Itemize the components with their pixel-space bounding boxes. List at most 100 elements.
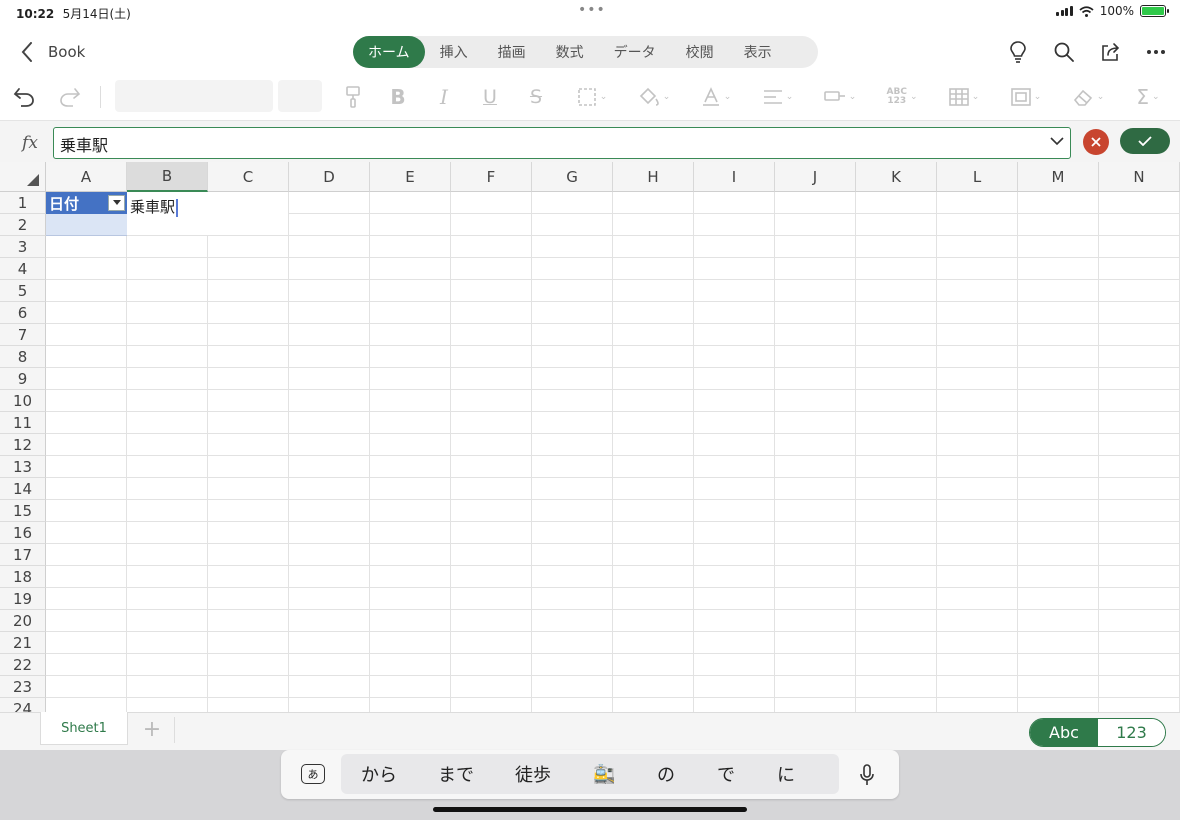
document-title[interactable]: Book	[48, 43, 85, 61]
row-header[interactable]: 18	[0, 566, 46, 588]
sheet-tab-sheet1[interactable]: Sheet1	[40, 712, 128, 745]
tab-view[interactable]: 表示	[729, 36, 787, 68]
eraser-icon	[1073, 89, 1092, 106]
underline-button[interactable]: U	[478, 84, 502, 110]
column-header[interactable]: B	[127, 162, 208, 192]
column-header[interactable]: L	[937, 162, 1018, 192]
dictation-button[interactable]	[857, 762, 877, 788]
suggestion-item[interactable]: で	[717, 754, 735, 794]
tab-insert[interactable]: 挿入	[425, 36, 483, 68]
font-color-button[interactable]: ⌄	[694, 84, 738, 110]
row-header[interactable]: 10	[0, 390, 46, 412]
confirm-edit-button[interactable]	[1120, 128, 1170, 154]
suggestion-item[interactable]: 徒歩	[515, 754, 551, 794]
font-size-box[interactable]	[278, 80, 322, 112]
row-header[interactable]: 4	[0, 258, 46, 280]
column-header[interactable]: H	[613, 162, 694, 192]
search-button[interactable]	[1052, 40, 1076, 64]
row-header[interactable]: 11	[0, 412, 46, 434]
row-header[interactable]: 7	[0, 324, 46, 346]
clear-button[interactable]: ⌄	[1066, 84, 1110, 110]
row-header[interactable]: 22	[0, 654, 46, 676]
suggestion-item[interactable]: に	[777, 754, 795, 794]
column-header[interactable]: F	[451, 162, 532, 192]
table-button[interactable]: ⌄	[942, 84, 986, 110]
cancel-edit-button[interactable]	[1083, 129, 1109, 155]
bold-button[interactable]: B	[386, 84, 410, 110]
row-header[interactable]: 9	[0, 368, 46, 390]
cells-button[interactable]: ⌄	[1004, 84, 1048, 110]
select-all-corner[interactable]	[0, 162, 46, 192]
number-format-button[interactable]: ABC 123 ⌄	[880, 84, 924, 110]
home-indicator[interactable]	[433, 807, 747, 812]
wrap-text-button[interactable]: ⌄	[818, 84, 862, 110]
strikethrough-button[interactable]: S	[524, 84, 548, 110]
formula-input[interactable]: 乗車駅	[53, 127, 1071, 159]
column-header[interactable]: M	[1018, 162, 1099, 192]
column-header[interactable]: I	[694, 162, 775, 192]
row-header[interactable]: 5	[0, 280, 46, 302]
borders-button[interactable]: ⌄	[570, 84, 614, 110]
row-header[interactable]: 20	[0, 610, 46, 632]
mode-abc-button[interactable]: Abc	[1030, 719, 1098, 746]
lightbulb-icon	[1010, 41, 1026, 63]
italic-button[interactable]: I	[432, 84, 456, 110]
lightbulb-button[interactable]	[1006, 40, 1030, 64]
row-header[interactable]: 14	[0, 478, 46, 500]
row-header[interactable]: 13	[0, 456, 46, 478]
chevron-down-icon[interactable]	[1050, 136, 1064, 146]
tab-home[interactable]: ホーム	[353, 36, 425, 68]
column-header[interactable]: A	[46, 162, 127, 192]
fill-color-button[interactable]: ⌄	[632, 84, 676, 110]
row-header[interactable]: 6	[0, 302, 46, 324]
align-button[interactable]: ⌄	[756, 84, 800, 110]
cell-a1[interactable]: 日付	[46, 192, 127, 214]
add-sheet-button[interactable]: +	[136, 715, 168, 743]
undo-button[interactable]	[10, 84, 38, 110]
font-name-box[interactable]	[115, 80, 273, 112]
fx-label[interactable]: fx	[12, 128, 48, 158]
column-header[interactable]: C	[208, 162, 289, 192]
format-painter-button[interactable]	[342, 84, 364, 110]
tab-data[interactable]: データ	[599, 36, 671, 68]
row-header[interactable]: 15	[0, 500, 46, 522]
column-header[interactable]: J	[775, 162, 856, 192]
redo-button[interactable]	[56, 84, 84, 110]
cell-b1-editing[interactable]: 乗車駅	[127, 192, 289, 236]
filter-dropdown-button[interactable]	[108, 195, 125, 211]
mode-123-button[interactable]: 123	[1098, 719, 1165, 746]
row-header[interactable]: 21	[0, 632, 46, 654]
kana-input-button[interactable]: あ	[301, 764, 325, 784]
row-header[interactable]: 8	[0, 346, 46, 368]
more-button[interactable]	[1144, 40, 1168, 64]
grid-column-line	[1098, 192, 1099, 712]
spreadsheet-grid[interactable]: ABCDEFGHIJKLMN 1 2 3 4 5 6 7 8 9 10 11 12 13 14 15 16 17…	[0, 162, 1180, 712]
suggestion-item[interactable]: 🚉	[593, 754, 615, 794]
row-header[interactable]: 24	[0, 698, 46, 712]
row-header[interactable]: 16	[0, 522, 46, 544]
cell-a2[interactable]	[46, 214, 127, 236]
row-header[interactable]: 1	[0, 192, 46, 214]
multitasking-dots[interactable]: •••	[578, 2, 606, 18]
tab-draw[interactable]: 描画	[483, 36, 541, 68]
back-button[interactable]	[14, 38, 40, 66]
column-header[interactable]: N	[1099, 162, 1180, 192]
row-header[interactable]: 12	[0, 434, 46, 456]
tab-formulas[interactable]: 数式	[541, 36, 599, 68]
suggestion-item[interactable]: まで	[438, 754, 474, 794]
column-header[interactable]: G	[532, 162, 613, 192]
row-header[interactable]: 23	[0, 676, 46, 698]
tab-review[interactable]: 校閲	[671, 36, 729, 68]
column-header[interactable]: K	[856, 162, 937, 192]
suggestion-item[interactable]: の	[657, 754, 675, 794]
row-header[interactable]: 3	[0, 236, 46, 258]
column-header[interactable]: E	[370, 162, 451, 192]
row-header[interactable]: 19	[0, 588, 46, 610]
row-header[interactable]: 17	[0, 544, 46, 566]
autosum-button[interactable]: Σ ⌄	[1128, 84, 1168, 110]
suggestion-item[interactable]: から	[361, 754, 397, 794]
row-header[interactable]: 2	[0, 214, 46, 236]
table-icon	[948, 88, 969, 106]
column-header[interactable]: D	[289, 162, 370, 192]
share-button[interactable]	[1098, 40, 1122, 64]
